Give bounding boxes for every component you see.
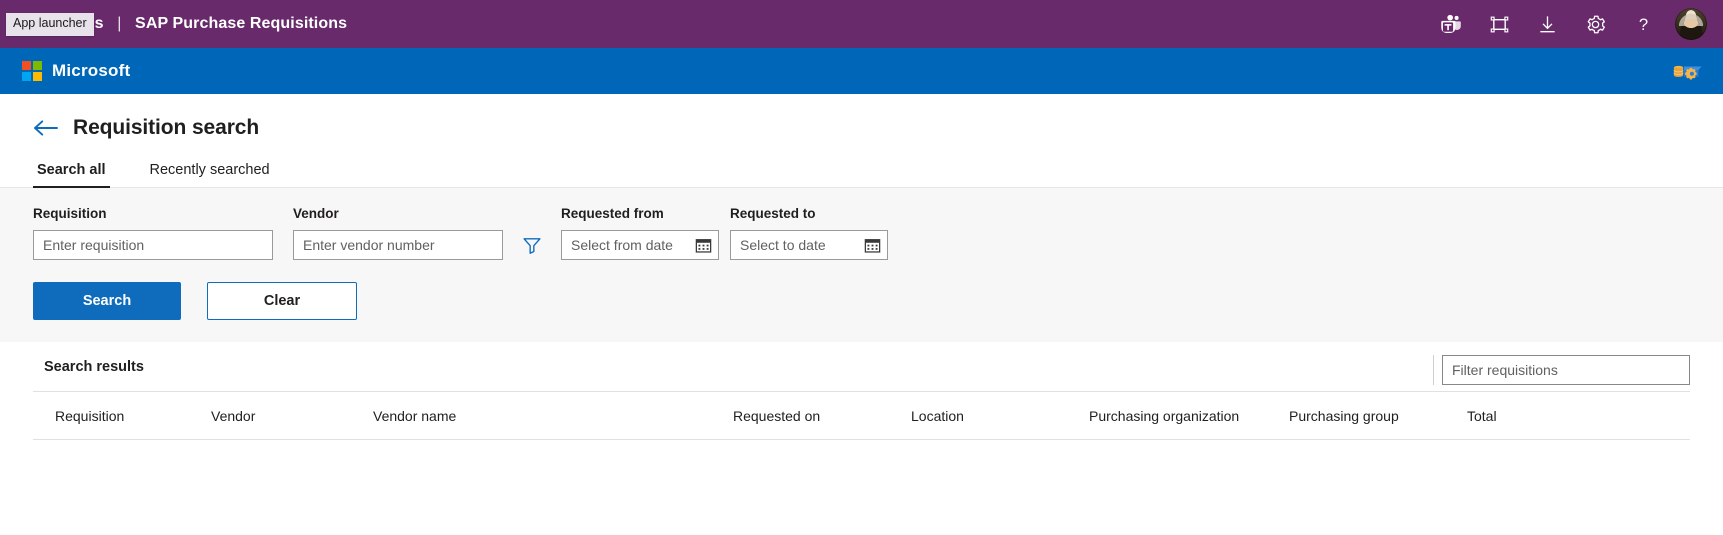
avatar[interactable] bbox=[1675, 8, 1707, 40]
filter-requisitions-input[interactable] bbox=[1442, 354, 1690, 385]
column-header-requisition[interactable]: Requisition bbox=[33, 392, 211, 440]
empty-results-area bbox=[33, 439, 1690, 532]
page-content: Requisition search Search all Recently s… bbox=[0, 94, 1723, 532]
search-results-header: Search results bbox=[33, 342, 1690, 392]
field-requested-from: Requested from bbox=[561, 206, 719, 260]
table-header-row: Requisition Vendor Vendor name Requested… bbox=[33, 392, 1690, 440]
filter-fields-row: Requisition Vendor Requested from bbox=[33, 206, 1723, 260]
search-results-title: Search results bbox=[44, 358, 144, 375]
filter-buttons-row: Search Clear bbox=[33, 282, 1723, 320]
results-table-body bbox=[33, 439, 1690, 532]
data-settings-icon[interactable] bbox=[1671, 59, 1705, 83]
toolbar-divider bbox=[1433, 354, 1434, 385]
requested-from-label: Requested from bbox=[561, 206, 664, 221]
download-icon[interactable] bbox=[1523, 0, 1571, 48]
results-table: Requisition Vendor Vendor name Requested… bbox=[33, 392, 1690, 532]
results-filter-area bbox=[1433, 342, 1690, 391]
results-table-head: Requisition Vendor Vendor name Requested… bbox=[33, 392, 1690, 440]
microsoft-logo bbox=[22, 61, 42, 81]
clear-button[interactable]: Clear bbox=[207, 282, 357, 320]
vendor-label: Vendor bbox=[293, 206, 339, 221]
back-arrow-icon[interactable] bbox=[33, 118, 59, 138]
gear-icon[interactable] bbox=[1571, 0, 1619, 48]
tab-recently-searched[interactable]: Recently searched bbox=[146, 162, 274, 187]
filter-funnel-icon[interactable] bbox=[517, 230, 547, 260]
microsoft-wordmark: Microsoft bbox=[52, 61, 131, 80]
microsoft-brand: Microsoft bbox=[22, 61, 130, 81]
requested-to-label: Requested to bbox=[730, 206, 816, 221]
svg-text:?: ? bbox=[1638, 14, 1647, 33]
requisition-input[interactable] bbox=[33, 230, 273, 260]
microsoft-bar-actions bbox=[1671, 59, 1705, 83]
field-requested-to: Requested to bbox=[730, 206, 888, 260]
column-header-purchasing-group[interactable]: Purchasing group bbox=[1289, 392, 1467, 440]
branding-separator: | bbox=[117, 15, 122, 32]
field-vendor: Vendor bbox=[293, 206, 503, 260]
column-header-vendor-name[interactable]: Vendor name bbox=[373, 392, 733, 440]
column-header-purchasing-organization[interactable]: Purchasing organization bbox=[1089, 392, 1289, 440]
page-title: Requisition search bbox=[73, 116, 260, 139]
teams-icon[interactable] bbox=[1427, 0, 1475, 48]
page-title-row: Requisition search bbox=[0, 94, 1723, 140]
calendar-icon[interactable] bbox=[692, 234, 714, 256]
column-header-location[interactable]: Location bbox=[911, 392, 1089, 440]
app-title-label: SAP Purchase Requisitions bbox=[135, 15, 348, 32]
column-header-total[interactable]: Total bbox=[1467, 392, 1690, 440]
microsoft-bar: Microsoft bbox=[0, 48, 1723, 94]
fullscreen-icon[interactable] bbox=[1475, 0, 1523, 48]
column-header-vendor[interactable]: Vendor bbox=[211, 392, 373, 440]
search-button[interactable]: Search bbox=[33, 282, 181, 320]
app-launcher-tooltip: App launcher bbox=[6, 13, 94, 36]
calendar-icon[interactable] bbox=[861, 234, 883, 256]
suite-header: er Apps | SAP Purchase Requisitions App … bbox=[0, 0, 1723, 48]
search-filter-panel: Requisition Vendor Requested from bbox=[0, 188, 1723, 342]
table-empty-body bbox=[33, 439, 1690, 532]
vendor-input[interactable] bbox=[293, 230, 503, 260]
suite-header-actions: ? bbox=[1427, 0, 1723, 48]
column-header-requested-on[interactable]: Requested on bbox=[733, 392, 911, 440]
tab-search-all[interactable]: Search all bbox=[33, 162, 110, 188]
tab-list: Search all Recently searched bbox=[0, 152, 1723, 188]
field-requisition: Requisition bbox=[33, 206, 273, 260]
help-icon[interactable]: ? bbox=[1619, 0, 1667, 48]
search-results-section: Search results Requisition Vendor Vendor… bbox=[0, 342, 1723, 532]
requisition-label: Requisition bbox=[33, 206, 107, 221]
